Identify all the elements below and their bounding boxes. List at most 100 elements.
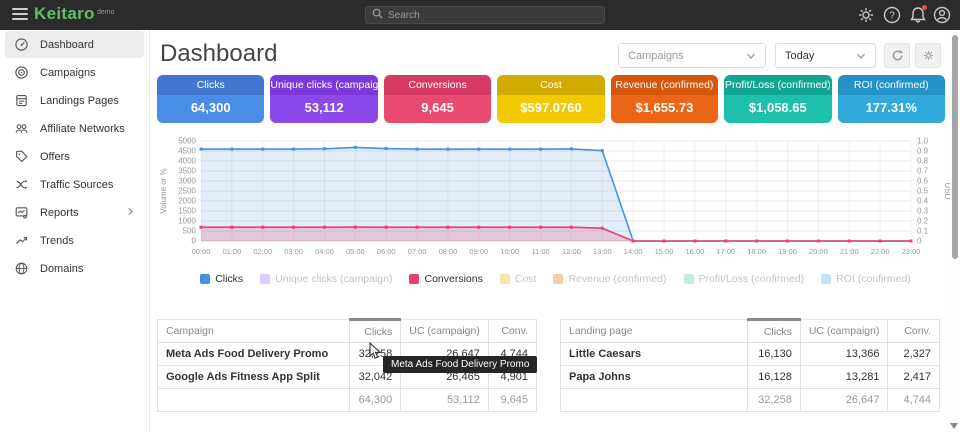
svg-text:1000: 1000 <box>178 217 196 226</box>
traffic-chart[interactable]: 00:0001:0002:0003:0004:0005:0006:0007:00… <box>155 133 955 265</box>
svg-text:21:00: 21:00 <box>840 247 859 256</box>
column-header-clicks[interactable]: Clicks <box>349 320 401 343</box>
column-header-clicks[interactable]: Clicks <box>748 320 801 343</box>
sidebar-item-domains[interactable]: Domains <box>5 255 144 282</box>
svg-text:0.6: 0.6 <box>917 177 929 186</box>
sidebar-item-dashboard[interactable]: Dashboard <box>5 31 144 58</box>
legend-item-unique-clicks[interactable]: Unique clicks (campaign) <box>260 273 392 285</box>
svg-text:20:00: 20:00 <box>809 247 828 256</box>
svg-text:17:00: 17:00 <box>716 247 735 256</box>
hamburger-menu-icon[interactable] <box>12 8 28 22</box>
campaign-name[interactable]: Google Ads Fitness App Split <box>158 366 350 389</box>
table-row[interactable]: Papa Johns 16,128 13,281 2,417 <box>561 366 940 389</box>
reports-icon <box>14 205 29 220</box>
sidebar-item-campaigns[interactable]: Campaigns <box>5 59 144 86</box>
svg-text:0.8: 0.8 <box>917 157 929 166</box>
svg-text:14:00: 14:00 <box>624 247 643 256</box>
chevron-right-icon <box>126 207 135 216</box>
scrollbar-thumb[interactable] <box>952 35 958 259</box>
clicks-cell: 16,128 <box>748 366 801 389</box>
svg-text:0.7: 0.7 <box>917 167 929 176</box>
legend-swatch <box>684 274 694 284</box>
legend-item-clicks[interactable]: Clicks <box>200 273 243 285</box>
conv-cell: 2,327 <box>888 343 940 366</box>
notifications-bell-icon[interactable] <box>908 5 928 25</box>
svg-text:0.3: 0.3 <box>917 207 929 216</box>
legend-item-profit-loss[interactable]: Profit/Loss (confirmed) <box>684 273 805 285</box>
column-header-landing-page[interactable]: Landing page <box>561 320 748 343</box>
legend-label: ROI (confirmed) <box>836 273 911 285</box>
svg-text:2500: 2500 <box>178 187 196 196</box>
sidebar-item-label: Reports <box>40 207 79 219</box>
metric-card-cost: Cost$597.0760 <box>497 75 604 123</box>
column-header-conv[interactable]: Conv. <box>888 320 940 343</box>
sidebar-item-affiliate-networks[interactable]: Affiliate Networks <box>5 115 144 142</box>
legend-item-revenue[interactable]: Revenue (confirmed) <box>553 273 666 285</box>
svg-text:13:00: 13:00 <box>593 247 612 256</box>
svg-text:04:00: 04:00 <box>315 247 334 256</box>
profile-avatar-icon[interactable] <box>932 5 952 25</box>
metric-value: $1,058.65 <box>724 95 831 123</box>
sidebar-item-label: Domains <box>40 263 83 275</box>
metric-value: 64,300 <box>157 95 264 123</box>
landing-name[interactable]: Little Caesars <box>561 343 748 366</box>
legend-item-cost[interactable]: Cost <box>500 273 537 285</box>
table-row[interactable]: Little Caesars 16,130 13,366 2,327 <box>561 343 940 366</box>
svg-text:1500: 1500 <box>178 207 196 216</box>
sidebar-item-landings-pages[interactable]: Landings Pages <box>5 87 144 114</box>
svg-text:15:00: 15:00 <box>655 247 674 256</box>
refresh-button[interactable] <box>884 43 910 68</box>
help-icon[interactable]: ? <box>882 5 902 25</box>
metric-card-profit-loss: Profit/Loss (confirmed)$1,058.65 <box>724 75 831 123</box>
search-box[interactable] <box>365 6 605 24</box>
svg-text:07:00: 07:00 <box>408 247 427 256</box>
svg-text:0.4: 0.4 <box>917 197 929 206</box>
legend-item-roi[interactable]: ROI (confirmed) <box>821 273 911 285</box>
campaigns-filter-value: Campaigns <box>628 50 684 62</box>
totals-conv: 9,645 <box>488 389 536 412</box>
sidebar-item-trends[interactable]: Trends <box>5 227 144 254</box>
legend-item-conversions[interactable]: Conversions <box>409 273 482 285</box>
svg-text:0.2: 0.2 <box>917 217 929 226</box>
refresh-icon <box>891 49 904 62</box>
metric-label: Conversions <box>384 75 491 95</box>
column-header-conv[interactable]: Conv. <box>488 320 536 343</box>
scrollbar-down-arrow-icon[interactable] <box>950 423 958 429</box>
dashboard-settings-button[interactable] <box>915 43 941 68</box>
top-bar: Keitaro demo ? <box>0 0 960 30</box>
svg-text:500: 500 <box>183 227 197 236</box>
column-header-uc-campaign[interactable]: UC (campaign) <box>401 320 489 343</box>
svg-text:0.5: 0.5 <box>917 187 929 196</box>
metric-value: 9,645 <box>384 95 491 123</box>
totals-clicks: 32,258 <box>748 389 801 412</box>
search-input[interactable] <box>388 10 598 21</box>
metric-label: Revenue (confirmed) <box>611 75 718 95</box>
scrollbar-track[interactable] <box>950 30 959 432</box>
page-title: Dashboard <box>160 40 277 68</box>
campaign-name[interactable]: Meta Ads Food Delivery Promo <box>158 343 350 366</box>
sidebar-item-label: Landings Pages <box>40 95 119 107</box>
sidebar-item-label: Dashboard <box>40 39 94 51</box>
metric-label: Unique clicks (campaign) <box>270 75 377 95</box>
sidebar-item-offers[interactable]: Offers <box>5 143 144 170</box>
svg-text:2000: 2000 <box>178 197 196 206</box>
campaigns-filter-dropdown[interactable]: Campaigns <box>618 43 766 68</box>
column-header-campaign[interactable]: Campaign <box>158 320 350 343</box>
legend-swatch <box>500 274 510 284</box>
date-range-dropdown[interactable]: Today <box>775 43 876 68</box>
column-header-uc-campaign[interactable]: UC (campaign) <box>800 320 888 343</box>
svg-text:?: ? <box>889 11 895 22</box>
svg-text:Volume or %: Volume or % <box>159 168 168 213</box>
sidebar-item-reports[interactable]: Reports <box>5 199 144 226</box>
sidebar-item-traffic-sources[interactable]: Traffic Sources <box>5 171 144 198</box>
svg-text:0: 0 <box>917 237 922 246</box>
date-range-value: Today <box>785 50 814 62</box>
svg-text:4000: 4000 <box>178 157 196 166</box>
metric-label: Cost <box>497 75 604 95</box>
sidebar-item-label: Traffic Sources <box>40 179 113 191</box>
affiliate-icon <box>14 121 29 136</box>
totals-uc: 26,647 <box>800 389 888 412</box>
settings-gear-icon[interactable] <box>856 5 876 25</box>
landing-name[interactable]: Papa Johns <box>561 366 748 389</box>
brand-logo: Keitaro <box>34 4 95 24</box>
